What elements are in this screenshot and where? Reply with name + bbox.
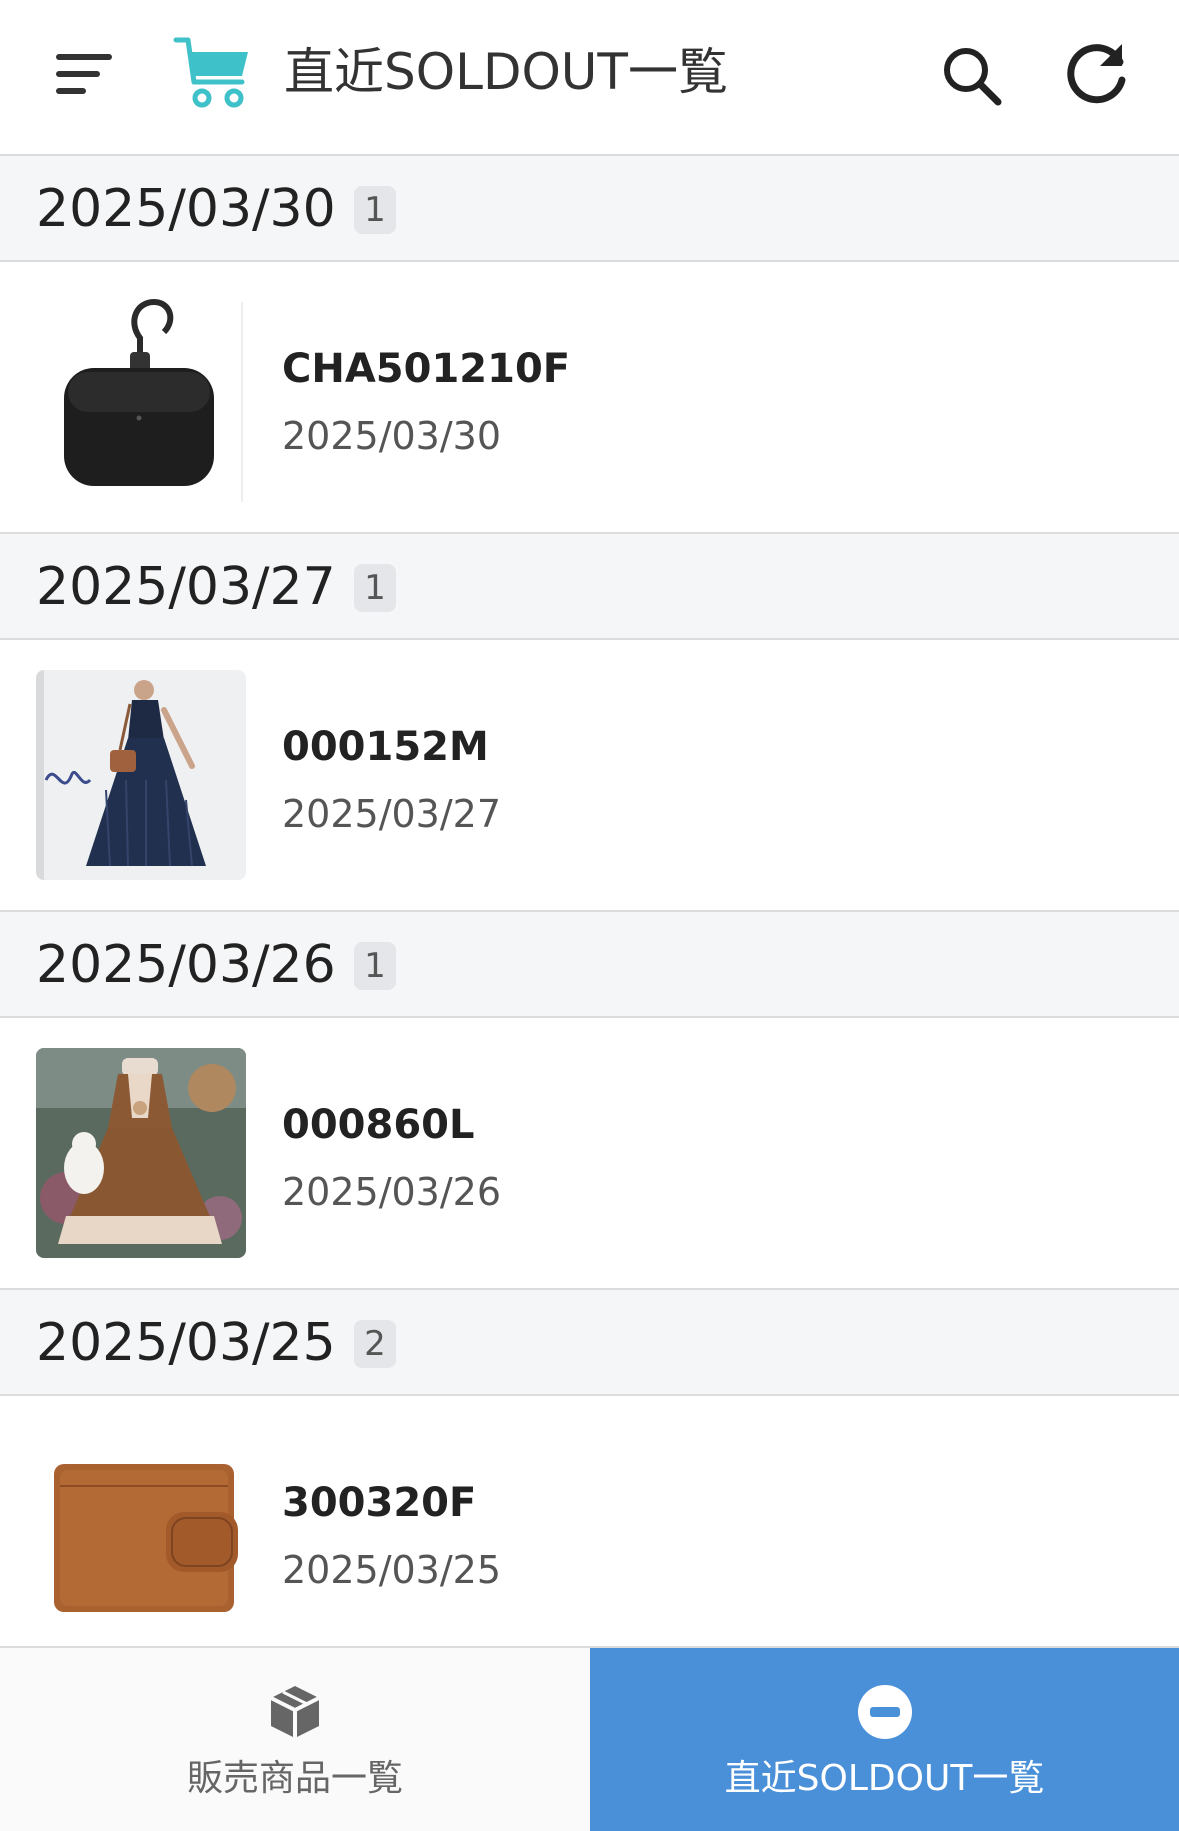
list-item[interactable]: 000152M 2025/03/27 [0,640,1179,912]
date-section-header: 2025/03/26 1 [0,912,1179,1018]
search-icon[interactable] [940,44,1004,108]
soldout-date: 2025/03/27 [282,792,502,836]
list-item[interactable]: 000860L 2025/03/26 [0,1018,1179,1290]
section-date: 2025/03/26 [36,935,336,995]
section-count-badge: 1 [354,564,396,612]
date-section-header: 2025/03/30 1 [0,156,1179,262]
menu-icon[interactable] [52,50,116,100]
product-thumbnail [36,670,246,880]
tab-soldout[interactable]: 直近SOLDOUT一覧 [590,1648,1179,1831]
product-thumbnail [36,1048,246,1258]
product-thumbnail [36,292,246,502]
soldout-date: 2025/03/25 [282,1548,502,1592]
tab-label: 販売商品一覧 [186,1758,403,1799]
soldout-date: 2025/03/30 [282,414,502,458]
tab-label: 直近SOLDOUT一覧 [724,1758,1045,1799]
product-code: CHA501210F [282,346,571,392]
minus-circle-icon [855,1682,915,1742]
page-title: 直近SOLDOUT一覧 [284,43,728,101]
product-thumbnail [36,1426,246,1636]
date-section-header: 2025/03/27 1 [0,534,1179,640]
refresh-icon[interactable] [1064,40,1132,108]
list-item[interactable]: CHA501210F 2025/03/30 [0,262,1179,534]
app-header: 直近SOLDOUT一覧 [0,0,1179,156]
list-item[interactable]: 300320F 2025/03/25 [0,1396,1179,1668]
tab-products[interactable]: 販売商品一覧 [0,1648,590,1831]
product-code: 000152M [282,724,489,770]
section-count-badge: 1 [354,942,396,990]
section-date: 2025/03/30 [36,179,336,239]
cart-icon [172,34,252,114]
soldout-date: 2025/03/26 [282,1170,502,1214]
date-section-header: 2025/03/25 2 [0,1290,1179,1396]
section-date: 2025/03/25 [36,1313,336,1373]
section-count-badge: 2 [354,1320,396,1368]
bottom-tab-bar: 販売商品一覧 直近SOLDOUT一覧 [0,1646,1179,1831]
box-icon [265,1682,325,1742]
section-count-badge: 1 [354,186,396,234]
thumbnail-divider [241,302,243,502]
product-code: 300320F [282,1480,477,1526]
product-code: 000860L [282,1102,475,1148]
section-date: 2025/03/27 [36,557,336,617]
soldout-list: 2025/03/30 1 CHA501210F 2025/03/30 2025/… [0,156,1179,1668]
